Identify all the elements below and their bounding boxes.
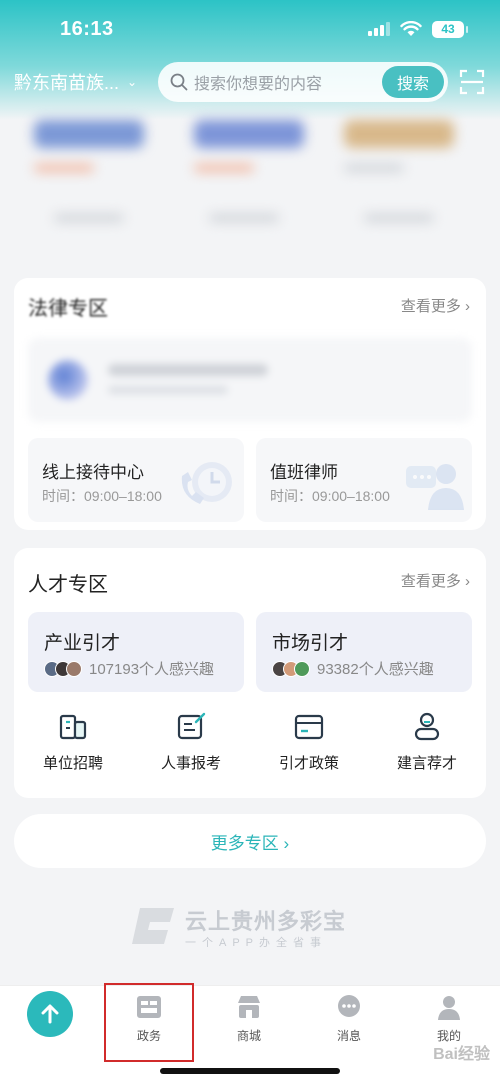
law-more-link[interactable]: 查看更多 › bbox=[401, 295, 470, 316]
hr-exam-item[interactable]: 人事报考 bbox=[132, 710, 250, 773]
search-icon bbox=[170, 73, 188, 91]
brand-slogan: 一个APP办全省事 bbox=[185, 937, 328, 949]
chat-person-icon bbox=[406, 464, 464, 510]
industry-interest-text: 107193个人感兴趣 bbox=[89, 661, 215, 678]
law-section-title: 法律专区 bbox=[28, 298, 108, 320]
profile-icon bbox=[438, 996, 460, 1020]
industry-talent-interest: 107193个人感兴趣 bbox=[44, 658, 214, 679]
talent-policy-item[interactable]: 引才政策 bbox=[250, 710, 368, 773]
back-to-top-button[interactable] bbox=[27, 991, 73, 1037]
duty-lawyer-card[interactable]: 值班律师 时间：09:00–18:00 bbox=[256, 438, 472, 522]
blurred-service-strip bbox=[14, 110, 486, 270]
battery-icon: 43 bbox=[432, 20, 468, 38]
nav-shop-label: 商城 bbox=[236, 1029, 261, 1043]
status-bar: 16:13 43 bbox=[0, 0, 500, 58]
unit-recruit-label: 单位招聘 bbox=[42, 755, 103, 772]
talent-policy-label: 引才政策 bbox=[278, 755, 339, 772]
online-reception-title: 线上接待中心 bbox=[42, 463, 144, 482]
law-section: 法律专区 查看更多 › 线上接待中心 时间：09:00–18:00 值班律师 时… bbox=[14, 278, 486, 530]
phone-clock-icon bbox=[181, 462, 232, 504]
nav-messages[interactable]: 消息 bbox=[314, 993, 384, 1044]
shop-icon bbox=[238, 996, 260, 1018]
duty-lawyer-time: 时间：09:00–18:00 bbox=[270, 488, 390, 504]
talent-shortcuts: 单位招聘 人事报考 引才政策 建言荐才 bbox=[14, 710, 486, 773]
top-bar: 黔东南苗族... ⌄ 搜索你想要的内容 搜索 bbox=[0, 60, 500, 104]
avatar-group bbox=[272, 660, 310, 677]
search-button[interactable]: 搜索 bbox=[382, 66, 444, 98]
arrow-up-icon bbox=[41, 1004, 59, 1024]
duty-lawyer-title: 值班律师 bbox=[270, 463, 338, 482]
market-interest-text: 93382个人感兴趣 bbox=[317, 661, 434, 678]
nav-profile[interactable]: 我的 bbox=[414, 993, 484, 1044]
advice-talent-label: 建言荐才 bbox=[396, 755, 457, 772]
card-icon bbox=[294, 714, 324, 740]
online-reception-card[interactable]: 线上接待中心 时间：09:00–18:00 bbox=[28, 438, 244, 522]
more-zones-label: 更多专区 › bbox=[210, 833, 290, 853]
industry-talent-card[interactable]: 产业引才 107193个人感兴趣 bbox=[28, 612, 244, 692]
advice-talent-item[interactable]: 建言荐才 bbox=[368, 710, 486, 773]
search-input[interactable]: 搜索你想要的内容 搜索 bbox=[158, 62, 448, 102]
location-selector[interactable]: 黔东南苗族... ⌄ bbox=[14, 69, 154, 95]
market-talent-card[interactable]: 市场引才 93382个人感兴趣 bbox=[256, 612, 472, 692]
building-icon bbox=[59, 714, 87, 740]
online-reception-time: 时间：09:00–18:00 bbox=[42, 488, 162, 504]
home-indicator bbox=[160, 1068, 340, 1074]
highlight-annotation bbox=[104, 983, 194, 1062]
message-icon bbox=[338, 995, 360, 1017]
more-zones-button[interactable]: 更多专区 › bbox=[14, 814, 486, 868]
talent-more-link[interactable]: 查看更多 › bbox=[401, 570, 470, 591]
brand-name: 云上贵州多彩宝 bbox=[185, 909, 347, 934]
watermark: Bai经验 bbox=[433, 1046, 490, 1063]
industry-talent-title: 产业引才 bbox=[44, 633, 121, 654]
talent-section-title: 人才专区 bbox=[28, 574, 108, 596]
unit-recruit-item[interactable]: 单位招聘 bbox=[14, 710, 132, 773]
market-talent-interest: 93382个人感兴趣 bbox=[272, 658, 434, 679]
location-label: 黔东南苗族... bbox=[14, 73, 120, 93]
status-icons: 43 bbox=[368, 20, 468, 38]
signal-icon bbox=[368, 22, 390, 36]
market-talent-title: 市场引才 bbox=[272, 633, 349, 654]
status-time: 16:13 bbox=[60, 17, 114, 40]
wifi-icon bbox=[400, 21, 422, 36]
battery-level: 43 bbox=[441, 22, 455, 36]
edit-form-icon bbox=[177, 712, 206, 740]
scan-icon[interactable] bbox=[458, 68, 486, 96]
law-banner[interactable] bbox=[28, 338, 472, 422]
search-placeholder: 搜索你想要的内容 bbox=[194, 76, 323, 93]
hr-exam-label: 人事报考 bbox=[160, 755, 221, 772]
talent-section: 人才专区 查看更多 › 产业引才 107193个人感兴趣 市场引才 93382个… bbox=[14, 548, 486, 798]
person-icon bbox=[414, 712, 440, 741]
nav-shop[interactable]: 商城 bbox=[214, 993, 284, 1044]
nav-messages-label: 消息 bbox=[336, 1029, 361, 1043]
chevron-down-icon: ⌄ bbox=[127, 75, 138, 89]
avatar-group bbox=[44, 660, 82, 677]
